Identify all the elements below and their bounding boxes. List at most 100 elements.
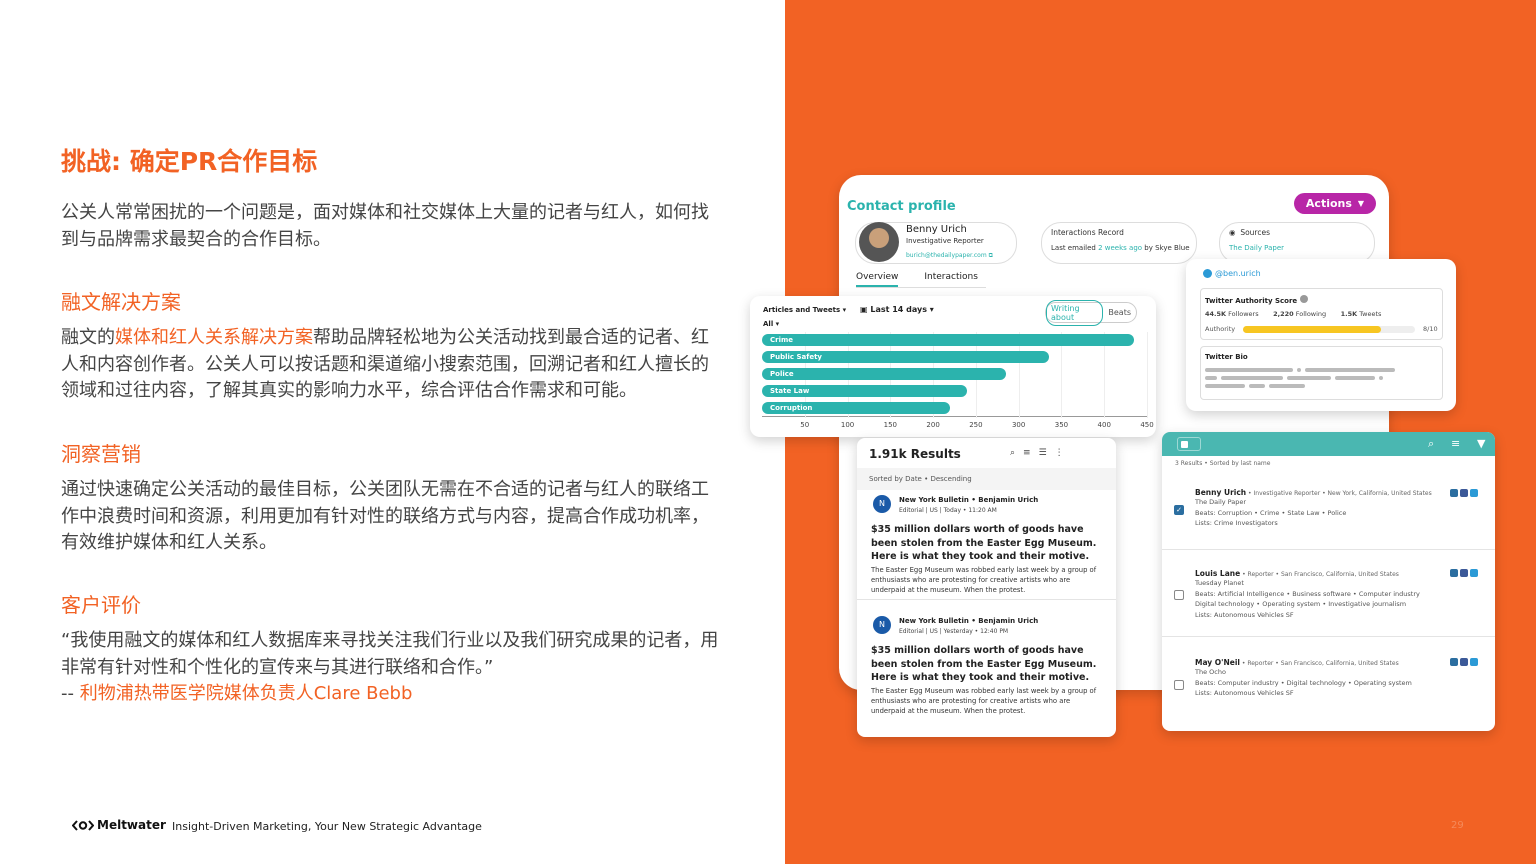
chart-bar[interactable]: Crime <box>762 334 1135 346</box>
facebook-icon[interactable] <box>1460 489 1468 497</box>
results-count: 1.91k Results <box>869 447 961 461</box>
article-headline[interactable]: $35 million dollars worth of goods have … <box>871 523 1099 564</box>
chart-bar[interactable]: State Law <box>762 385 968 397</box>
caret-down-icon: ▾ <box>929 305 934 314</box>
authority-score-box: Twitter Authority Score 44.5K Followers … <box>1200 288 1443 340</box>
linkedin-icon[interactable] <box>1450 489 1458 497</box>
tabs-divider <box>856 287 986 288</box>
meltwater-mark-icon <box>72 819 94 831</box>
source-logo-icon: N <box>873 616 891 634</box>
row-checkbox[interactable] <box>1174 590 1184 600</box>
row-divider <box>1162 636 1495 637</box>
chart-bar[interactable]: Police <box>762 368 1006 380</box>
contact-name: Benny Urich <box>906 224 967 235</box>
search-icon[interactable]: ⌕ <box>1428 437 1434 451</box>
writing-beats-toggle[interactable]: Writing about Beats <box>1045 299 1137 326</box>
linkedin-icon[interactable] <box>1450 658 1458 666</box>
interactions-title: Interactions Record <box>1051 228 1124 237</box>
facebook-icon[interactable] <box>1460 658 1468 666</box>
x-tick-label: 350 <box>1054 421 1069 429</box>
copy-icon[interactable]: ⧉ <box>989 252 993 259</box>
bio-placeholder <box>1335 376 1375 380</box>
sources-title: ◉ Sources <box>1229 228 1270 237</box>
authority-score-title: Twitter Authority Score <box>1205 295 1308 305</box>
article-source: New York Bulletin • Benjamin Urich <box>899 496 1039 504</box>
caret-down-icon: ▾ <box>775 320 780 328</box>
twitter-icon[interactable] <box>1470 658 1478 666</box>
filter-select[interactable]: All ▾ <box>763 320 779 328</box>
article-meta: Editorial | US | Today • 11:20 AM <box>899 507 997 514</box>
filter-icon[interactable]: ▼ <box>1477 437 1485 450</box>
select-all-checkbox[interactable] <box>1177 437 1201 451</box>
row-checkbox[interactable] <box>1174 680 1184 690</box>
x-tick-label: 150 <box>883 421 898 429</box>
section-solution-text: 融文的媒体和红人关系解决方案帮助品牌轻松地为公关活动找到最合适的记者、红人和内容… <box>61 327 709 401</box>
twitter-stats: 44.5K Followers 2,220 Following 1.5K Twe… <box>1205 310 1382 318</box>
period-select[interactable]: ▣ Last 14 days ▾ <box>860 305 934 314</box>
twitter-icon[interactable] <box>1470 489 1478 497</box>
chart-bar[interactable]: Corruption <box>762 402 951 414</box>
bio-placeholder <box>1269 384 1305 388</box>
info-icon[interactable] <box>1299 295 1308 303</box>
chart-title[interactable]: Articles and Tweets ▾ <box>763 306 846 314</box>
articles-chart-card: Articles and Tweets ▾ ▣ Last 14 days ▾ A… <box>750 296 1156 437</box>
chart-bar[interactable]: Public Safety <box>762 351 1049 363</box>
article-divider <box>857 599 1116 600</box>
section-solution-title: 融文解决方案 <box>61 290 181 314</box>
sort-icon[interactable]: ≡ <box>1451 437 1460 450</box>
list-item[interactable]: May O'Neil • Reporter • San Francisco, C… <box>1195 658 1412 699</box>
results-card: 1.91k Results ⌕ ≡ ☰ ⋮ Sorted by Date • D… <box>857 438 1116 737</box>
linkedin-icon[interactable] <box>1450 569 1458 577</box>
twitter-handle[interactable]: @ben.urich <box>1203 269 1261 278</box>
sort-icon[interactable]: ≡ <box>1023 448 1031 458</box>
bio-placeholder <box>1287 376 1331 380</box>
results-toolbar: ⌕ ≡ ☰ ⋮ <box>1010 448 1064 458</box>
gridline <box>1147 332 1148 418</box>
x-axis-line <box>762 416 1147 417</box>
facebook-icon[interactable] <box>1460 569 1468 577</box>
bio-placeholder <box>1305 368 1395 372</box>
contacts-list-card: ⌕ ≡ ▼ 3 Results • Sorted by last name ✓ … <box>1162 432 1495 731</box>
x-tick-label: 50 <box>800 421 810 429</box>
bio-placeholder <box>1249 384 1265 388</box>
toggle-beats[interactable]: Beats <box>1103 308 1136 317</box>
x-tick-label: 250 <box>969 421 983 429</box>
more-icon[interactable]: ⋮ <box>1055 448 1064 458</box>
search-icon[interactable]: ⌕ <box>1010 448 1015 458</box>
bio-placeholder <box>1205 368 1293 372</box>
article-body: The Easter Egg Museum was robbed early l… <box>871 687 1097 715</box>
contact-email[interactable]: burich@thedailypaper.com ⧉ <box>906 252 993 260</box>
layout-icon[interactable]: ☰ <box>1039 448 1047 458</box>
page-title: 挑战: 确定PR合作目标 <box>61 147 318 176</box>
section-insight-title: 洞察营销 <box>61 442 141 466</box>
section-testimonial-title: 客户评价 <box>61 593 141 617</box>
bio-placeholder <box>1205 384 1245 388</box>
tab-interactions[interactable]: Interactions <box>924 272 978 287</box>
testimonial-quote: “我使用融文的媒体和红人数据库来寻找关注我们行业以及我们研究成果的记者，用非常有… <box>61 630 719 704</box>
article-headline[interactable]: $35 million dollars worth of goods have … <box>871 644 1099 685</box>
twitter-bird-icon <box>1203 269 1212 278</box>
profile-tabs: Overview Interactions <box>856 272 978 287</box>
toggle-writing-about[interactable]: Writing about <box>1046 299 1104 326</box>
x-tick-label: 300 <box>1011 421 1026 429</box>
article-item[interactable]: N New York Bulletin • Benjamin Urich Edi… <box>857 493 1116 599</box>
row-checkbox[interactable]: ✓ <box>1174 505 1184 515</box>
authority-track <box>1243 326 1415 333</box>
list-toolbar: ⌕ ≡ ▼ <box>1162 432 1495 456</box>
last-emailed: Last emailed 2 weeks ago by Skye Blue <box>1051 244 1190 252</box>
x-tick-label: 450 <box>1140 421 1154 429</box>
article-item[interactable]: N New York Bulletin • Benjamin Urich Edi… <box>857 614 1116 720</box>
twitter-icon[interactable] <box>1470 569 1478 577</box>
actions-button[interactable]: Actions ▼ <box>1294 193 1376 214</box>
row-divider <box>1162 549 1495 550</box>
x-tick-label: 400 <box>1097 421 1111 429</box>
article-source: New York Bulletin • Benjamin Urich <box>899 617 1039 625</box>
tab-overview[interactable]: Overview <box>856 272 899 287</box>
bio-placeholder <box>1221 376 1283 380</box>
authority-fill <box>1243 326 1381 333</box>
list-item[interactable]: Louis Lane • Reporter • San Francisco, C… <box>1195 569 1420 620</box>
target-icon: ◉ <box>1229 228 1236 237</box>
list-item[interactable]: Benny Urich • Investigative Reporter • N… <box>1195 488 1432 529</box>
sources-value[interactable]: The Daily Paper <box>1229 244 1284 252</box>
authority-label: Authority <box>1205 325 1236 333</box>
